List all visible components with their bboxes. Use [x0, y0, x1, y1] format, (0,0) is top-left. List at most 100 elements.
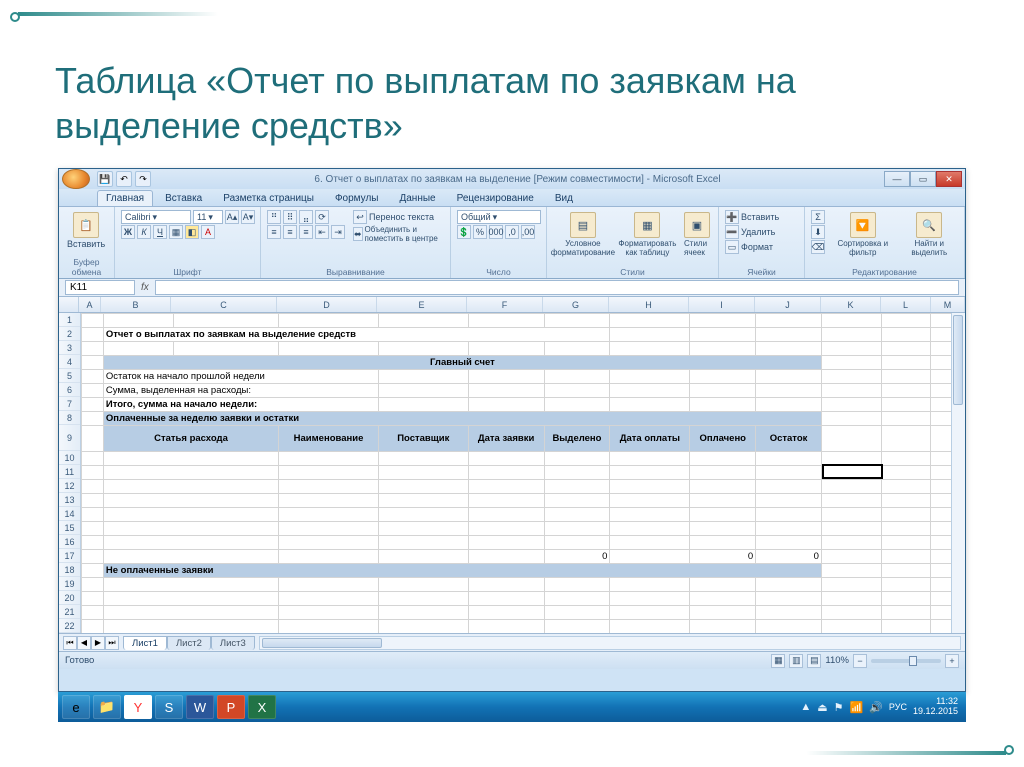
cell[interactable]	[544, 398, 610, 412]
orientation-icon[interactable]: ⟳	[315, 210, 329, 224]
cell[interactable]	[756, 480, 822, 494]
cell[interactable]	[378, 508, 468, 522]
cell[interactable]	[756, 384, 822, 398]
cell[interactable]	[173, 342, 279, 356]
cell[interactable]: 0	[690, 550, 756, 564]
cell[interactable]	[881, 522, 931, 536]
cell[interactable]	[756, 342, 822, 356]
cell[interactable]	[103, 592, 278, 606]
cell[interactable]	[279, 578, 379, 592]
cell[interactable]	[82, 342, 104, 356]
border-button[interactable]: ▦	[169, 225, 183, 239]
cell[interactable]: Главный счет	[103, 356, 821, 370]
col-header-C[interactable]: C	[171, 297, 277, 312]
cell[interactable]	[610, 370, 690, 384]
cell[interactable]	[690, 592, 756, 606]
cell[interactable]	[468, 314, 544, 328]
cell[interactable]	[821, 578, 881, 592]
cell[interactable]	[544, 508, 610, 522]
cell[interactable]	[610, 592, 690, 606]
align-right-icon[interactable]: ≡	[299, 225, 313, 239]
cell[interactable]	[468, 384, 544, 398]
tray-clock[interactable]: 11:32 19.12.2015	[913, 697, 962, 717]
cell[interactable]	[821, 522, 881, 536]
fill-icon[interactable]: ⬇	[811, 225, 825, 239]
row-header-2[interactable]: 2	[59, 327, 80, 341]
row-header-17[interactable]: 17	[59, 549, 80, 563]
cell[interactable]	[610, 606, 690, 620]
cell-styles-button[interactable]: ▣Стили ячеек	[682, 210, 712, 259]
ribbon-tab-pagelayout[interactable]: Разметка страницы	[214, 190, 323, 206]
fill-color-button[interactable]: ◧	[185, 225, 199, 239]
cell[interactable]	[173, 314, 279, 328]
cell[interactable]: Наименование	[279, 426, 379, 452]
cell[interactable]	[279, 314, 379, 328]
cell[interactable]	[544, 452, 610, 466]
cell[interactable]	[756, 508, 822, 522]
cell[interactable]	[103, 508, 278, 522]
cell[interactable]	[690, 522, 756, 536]
cell[interactable]	[544, 522, 610, 536]
cell[interactable]	[82, 314, 104, 328]
cell[interactable]	[821, 592, 881, 606]
col-header-K[interactable]: K	[821, 297, 881, 312]
cell[interactable]	[468, 508, 544, 522]
tab-nav-prev[interactable]: ◀	[77, 636, 91, 650]
cell[interactable]	[881, 426, 931, 452]
cell[interactable]	[103, 480, 278, 494]
tray-volume-icon[interactable]: 🔊	[869, 701, 883, 714]
cell[interactable]	[378, 592, 468, 606]
cell[interactable]	[881, 494, 931, 508]
row-header-3[interactable]: 3	[59, 341, 80, 355]
cell[interactable]	[103, 342, 173, 356]
cell[interactable]	[690, 494, 756, 508]
cell[interactable]	[881, 536, 931, 550]
sheet-tab-3[interactable]: Лист3	[211, 636, 255, 650]
cell[interactable]	[468, 606, 544, 620]
cell[interactable]	[103, 522, 278, 536]
cell[interactable]	[468, 592, 544, 606]
cell[interactable]	[881, 412, 931, 426]
cell[interactable]	[103, 578, 278, 592]
minimize-button[interactable]: —	[884, 171, 910, 187]
cell[interactable]	[103, 494, 278, 508]
row-header-13[interactable]: 13	[59, 493, 80, 507]
cell[interactable]	[468, 536, 544, 550]
italic-button[interactable]: К	[137, 225, 151, 239]
cell[interactable]	[690, 452, 756, 466]
cell[interactable]	[821, 494, 881, 508]
cell[interactable]	[821, 606, 881, 620]
cell[interactable]	[881, 592, 931, 606]
tray-flag-icon[interactable]: ⚑	[834, 701, 844, 714]
cell[interactable]	[881, 452, 931, 466]
cell[interactable]	[544, 536, 610, 550]
maximize-button[interactable]: ▭	[910, 171, 936, 187]
cell[interactable]	[821, 384, 881, 398]
cell[interactable]	[881, 606, 931, 620]
cell[interactable]	[468, 522, 544, 536]
indent-dec-icon[interactable]: ⇤	[315, 225, 329, 239]
tray-safe-remove-icon[interactable]: ⏏	[817, 701, 827, 714]
cell[interactable]	[103, 550, 278, 564]
zoom-slider[interactable]	[871, 659, 941, 663]
cell[interactable]	[756, 452, 822, 466]
row-header-14[interactable]: 14	[59, 507, 80, 521]
cell[interactable]	[690, 536, 756, 550]
cell[interactable]	[544, 342, 610, 356]
cell[interactable]: 0	[756, 550, 822, 564]
cell[interactable]	[610, 466, 690, 480]
cell[interactable]	[610, 314, 690, 328]
col-header-A[interactable]: A	[79, 297, 101, 312]
cell[interactable]	[690, 480, 756, 494]
cell[interactable]	[821, 536, 881, 550]
cell[interactable]: Оплаченные за неделю заявки и остатки	[103, 412, 821, 426]
taskbar-explorer-icon[interactable]: 📁	[93, 695, 121, 719]
cell[interactable]	[378, 522, 468, 536]
qat-redo-icon[interactable]: ↷	[135, 171, 151, 187]
cell[interactable]	[468, 480, 544, 494]
tray-up-icon[interactable]: ▲	[800, 701, 811, 713]
grid-area[interactable]: ABCDEFGHIJKLM 12345678910111213141516171…	[59, 297, 965, 633]
cell[interactable]	[378, 480, 468, 494]
cell[interactable]	[378, 536, 468, 550]
cell[interactable]	[82, 522, 104, 536]
